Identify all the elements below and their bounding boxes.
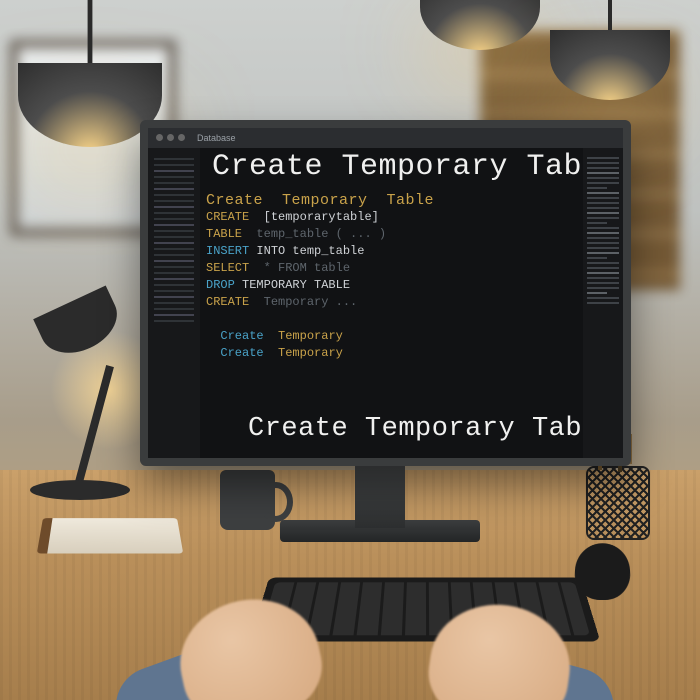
monitor: Database Create Temporary Table Create T…: [140, 120, 631, 466]
code-line: INSERT INTO temp_table: [206, 244, 364, 258]
code-line: CREATE [temporarytable]: [206, 210, 379, 224]
code-line: TABLE temp_table ( ... ): [206, 227, 386, 241]
monitor-stand: [355, 458, 405, 528]
code-line: Create Temporary: [206, 329, 343, 343]
code-line: DROP TEMPORARY TABLE: [206, 278, 350, 292]
window-controls-icon: [156, 133, 189, 143]
workspace-photo: Database Create Temporary Table Create T…: [0, 0, 700, 700]
overlay-heading-bottom: Create Temporary Table: [248, 414, 583, 444]
editor-minimap: [583, 148, 623, 458]
editor-gutter: [148, 148, 200, 458]
code-line: CREATE Temporary ...: [206, 295, 357, 309]
titlebar-label: Database: [197, 133, 236, 143]
coffee-mug-icon: [220, 470, 275, 530]
editor-titlebar: Database: [148, 128, 623, 149]
code-area: Create Temporary Table Create Temporary …: [200, 148, 583, 458]
code-text: Create Temporary TableCREATE [temporaryt…: [206, 192, 577, 362]
code-editor: Create Temporary Table Create Temporary …: [148, 148, 623, 458]
book-icon: [37, 518, 183, 553]
mouse-icon: [573, 543, 631, 600]
pencil-cup-icon: [586, 466, 650, 540]
code-line: Create Temporary: [206, 346, 343, 360]
code-line: SELECT * FROM table: [206, 261, 350, 275]
code-ghost-title: Create Temporary Table: [206, 192, 577, 209]
overlay-heading-top: Create Temporary Table: [212, 150, 583, 184]
